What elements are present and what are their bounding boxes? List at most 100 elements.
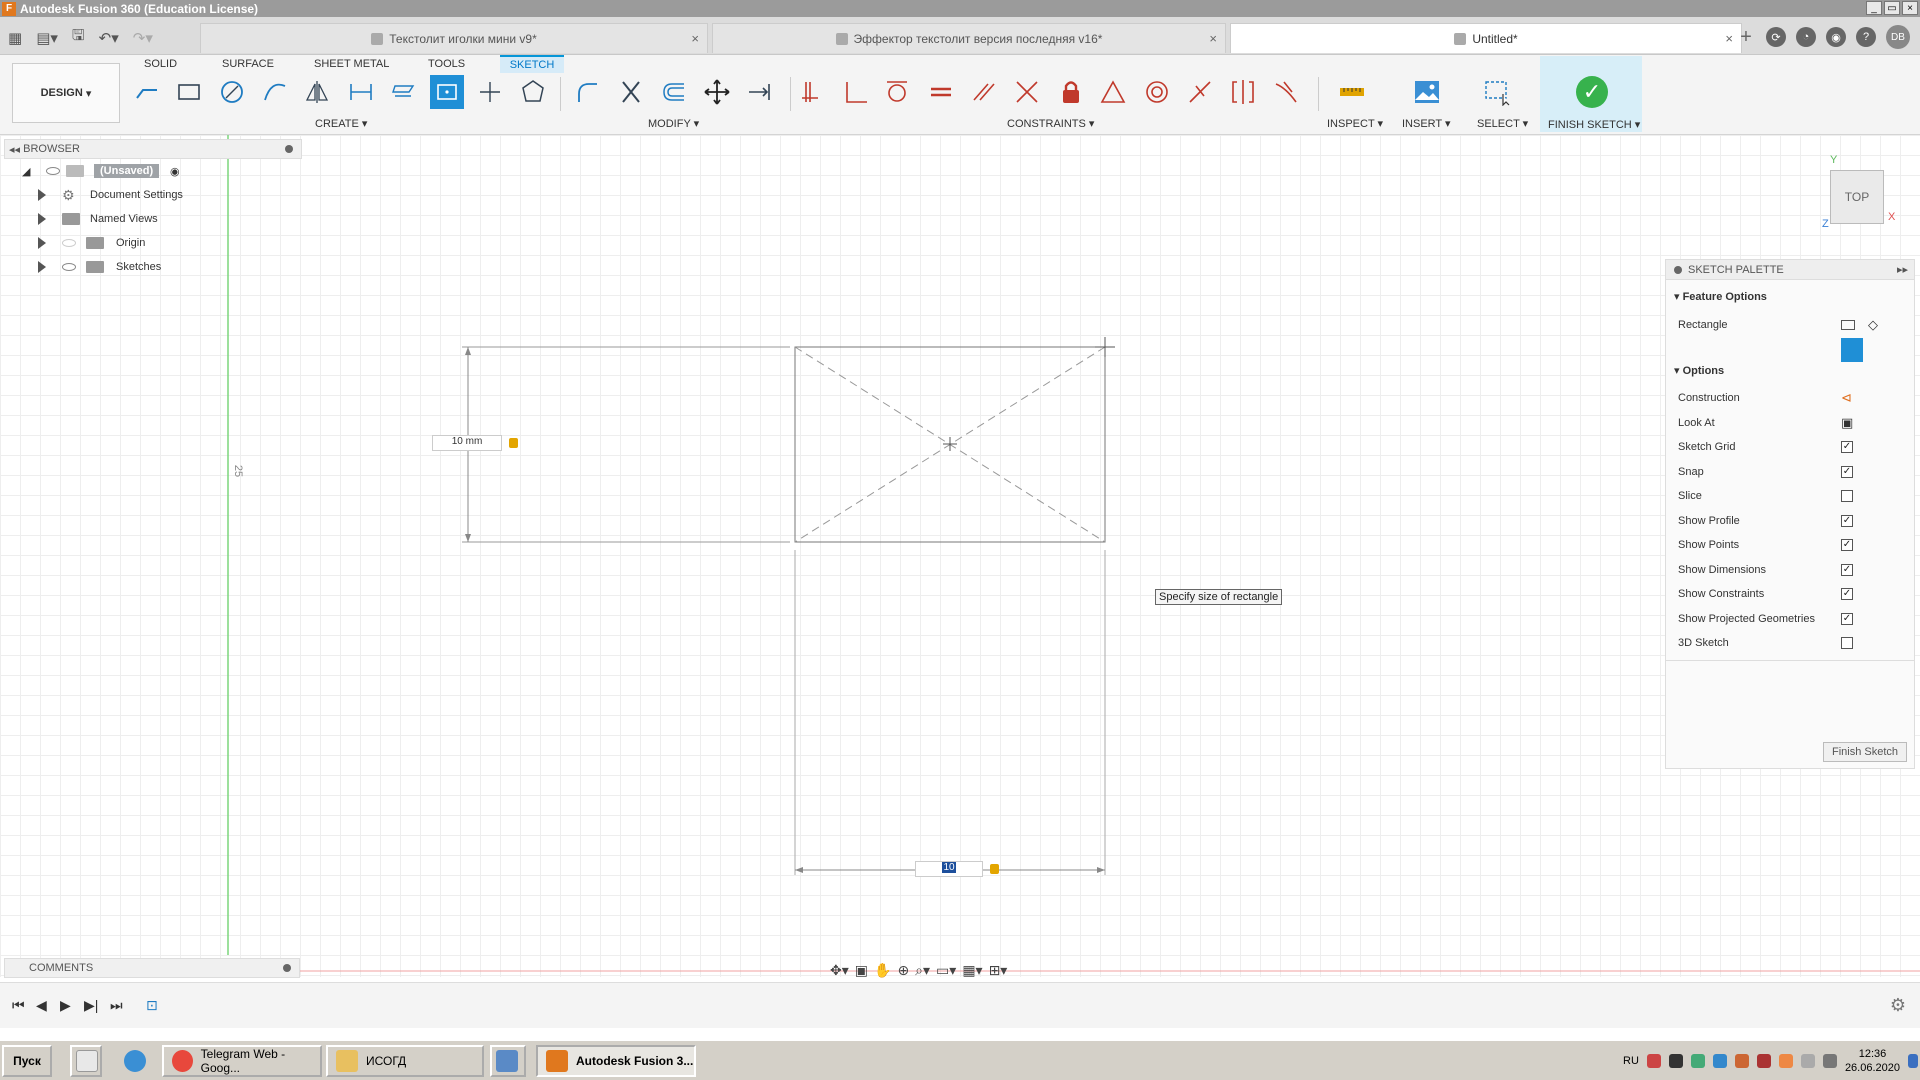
taskbar-control-panel[interactable] xyxy=(490,1045,526,1077)
workspace-switcher[interactable]: DESIGN ▾ xyxy=(12,63,120,123)
parallel-constraint-icon[interactable] xyxy=(967,75,1001,109)
sketch-grid-checkbox[interactable]: ✓ xyxy=(1841,441,1853,453)
palette-header[interactable]: SKETCH PALETTE ▸▸ xyxy=(1666,260,1914,280)
browser-item-named-views[interactable]: Named Views xyxy=(4,207,302,231)
app-grid-icon[interactable]: ▦ xyxy=(8,29,22,47)
tab-doc-untitled[interactable]: Untitled* × xyxy=(1230,23,1742,53)
zoom-icon[interactable]: ⊕ xyxy=(897,962,909,979)
browser-item-origin[interactable]: Origin xyxy=(4,231,302,255)
trim-tool-icon[interactable] xyxy=(614,75,648,109)
close-button[interactable]: × xyxy=(1902,1,1918,15)
symmetry-constraint-icon[interactable] xyxy=(1226,75,1260,109)
tab-tools[interactable]: TOOLS xyxy=(424,55,469,73)
center-rectangle-tool-icon[interactable] xyxy=(430,75,464,109)
show-points-checkbox[interactable]: ✓ xyxy=(1841,539,1853,551)
language-indicator[interactable]: RU xyxy=(1623,1055,1639,1067)
orbit-icon[interactable]: ✥▾ xyxy=(830,962,849,979)
palette-finish-sketch-button[interactable]: Finish Sketch xyxy=(1823,742,1907,762)
tangent-constraint-icon[interactable] xyxy=(880,75,914,109)
feature-options-heading[interactable]: ▾ Feature Options xyxy=(1674,290,1767,303)
tray-app-icon[interactable] xyxy=(1646,1054,1661,1068)
modify-menu[interactable]: MODIFY ▾ xyxy=(648,117,699,130)
display-settings-icon[interactable]: ▭▾ xyxy=(936,962,956,979)
coincident-constraint-icon[interactable] xyxy=(795,75,829,109)
move-tool-icon[interactable] xyxy=(700,75,734,109)
minimize-button[interactable]: _ xyxy=(1866,1,1882,15)
pin-icon[interactable] xyxy=(285,145,293,153)
tab-surface[interactable]: SURFACE xyxy=(218,55,278,73)
file-menu-icon[interactable]: ▤▾ xyxy=(36,29,58,47)
tab-doc-2[interactable]: Эффектор текстолит версия последняя v16*… xyxy=(712,23,1226,53)
collapse-icon[interactable]: ◂◂ xyxy=(9,143,23,156)
select-menu[interactable]: SELECT ▾ xyxy=(1477,117,1528,130)
visibility-icon[interactable] xyxy=(62,239,76,247)
volume-icon[interactable] xyxy=(1800,1054,1815,1068)
collinear-constraint-icon[interactable] xyxy=(1010,75,1044,109)
point-tool-icon[interactable] xyxy=(473,75,507,109)
tab-close-icon[interactable]: × xyxy=(1725,31,1733,46)
lock-icon[interactable] xyxy=(990,864,999,874)
finish-sketch-menu[interactable]: FINISH SKETCH ▾ xyxy=(1548,118,1640,131)
show-desktop-button[interactable] xyxy=(70,1045,102,1077)
tab-solid[interactable]: SOLID xyxy=(140,55,181,73)
constraints-menu[interactable]: CONSTRAINTS ▾ xyxy=(1007,117,1094,130)
visibility-icon[interactable] xyxy=(62,263,76,271)
extensions-icon[interactable]: ⟳ xyxy=(1766,27,1786,47)
pan-icon[interactable]: ✋ xyxy=(874,962,891,979)
comments-panel[interactable]: COMMENTS xyxy=(4,958,300,978)
browser-item-document-settings[interactable]: ⚙ Document Settings xyxy=(4,183,302,207)
center-rectangle-option-icon[interactable] xyxy=(1841,338,1863,362)
show-desktop-tray-icon[interactable] xyxy=(1908,1054,1918,1068)
concentric-constraint-icon[interactable] xyxy=(1140,75,1174,109)
job-status-icon[interactable]: ◔ xyxy=(1796,27,1816,47)
expand-arrow-icon[interactable] xyxy=(38,237,46,249)
3d-sketch-checkbox[interactable] xyxy=(1841,637,1853,649)
tray-app-icon[interactable] xyxy=(1690,1054,1705,1068)
lock-icon[interactable] xyxy=(509,438,518,448)
visibility-icon[interactable] xyxy=(46,167,60,175)
construction-icon[interactable]: ⊲ xyxy=(1841,390,1852,406)
expand-arrow-icon[interactable] xyxy=(38,261,46,273)
insert-menu[interactable]: INSERT ▾ xyxy=(1402,117,1451,130)
undo-icon[interactable]: ↶▾ xyxy=(99,29,119,47)
equal-constraint-icon[interactable] xyxy=(924,75,958,109)
inspect-menu[interactable]: INSPECT ▾ xyxy=(1327,117,1383,130)
browser-item-sketches[interactable]: Sketches xyxy=(4,255,302,279)
sketch-timeline-icon[interactable]: ⊡ xyxy=(146,997,158,1014)
midpoint-constraint-icon[interactable] xyxy=(1096,75,1130,109)
add-comment-icon[interactable] xyxy=(283,964,291,972)
polygon-tool-icon[interactable] xyxy=(516,75,550,109)
gear-icon[interactable]: ⚙ xyxy=(1890,995,1906,1016)
arc-tool-icon[interactable] xyxy=(258,75,292,109)
snap-checkbox[interactable]: ✓ xyxy=(1841,466,1853,478)
tray-app-icon[interactable] xyxy=(1734,1054,1749,1068)
tray-app-icon[interactable] xyxy=(1668,1054,1683,1068)
collapse-triangle-icon[interactable]: ◢ xyxy=(22,165,30,178)
network-icon[interactable] xyxy=(1822,1054,1837,1068)
activate-radio-icon[interactable]: ◉ xyxy=(170,165,180,178)
taskbar-app-telegram[interactable]: Telegram Web - Goog... xyxy=(162,1045,322,1077)
tab-sketch[interactable]: SKETCH xyxy=(500,55,564,73)
save-icon[interactable]: 🖫 xyxy=(72,25,85,50)
tab-close-icon[interactable]: × xyxy=(691,31,699,46)
redo-icon[interactable]: ↷▾ xyxy=(133,29,153,47)
dimension-tool-icon[interactable] xyxy=(344,75,378,109)
measure-tool-icon[interactable] xyxy=(1335,75,1369,109)
fillet-tool-icon[interactable] xyxy=(570,75,604,109)
options-heading[interactable]: ▾ Options xyxy=(1674,364,1724,377)
perpendicular-constraint-icon[interactable] xyxy=(838,75,872,109)
look-at-icon[interactable]: ▣ xyxy=(855,962,868,979)
browser-header[interactable]: ◂◂ BROWSER xyxy=(4,139,302,159)
show-profile-checkbox[interactable]: ✓ xyxy=(1841,515,1853,527)
show-projected-checkbox[interactable]: ✓ xyxy=(1841,613,1853,625)
viewports-icon[interactable]: ⊞▾ xyxy=(989,962,1008,979)
offset-tool-icon[interactable] xyxy=(657,75,691,109)
mirror-tool-icon[interactable] xyxy=(300,75,334,109)
pin-icon[interactable] xyxy=(1674,265,1682,274)
show-constraints-checkbox[interactable]: ✓ xyxy=(1841,588,1853,600)
ie-launch-button[interactable] xyxy=(120,1045,152,1077)
help-icon[interactable]: ? xyxy=(1856,27,1876,47)
curvature-constraint-icon[interactable] xyxy=(1269,75,1303,109)
fix-constraint-icon[interactable] xyxy=(1054,75,1088,109)
circle-tool-icon[interactable] xyxy=(215,75,249,109)
